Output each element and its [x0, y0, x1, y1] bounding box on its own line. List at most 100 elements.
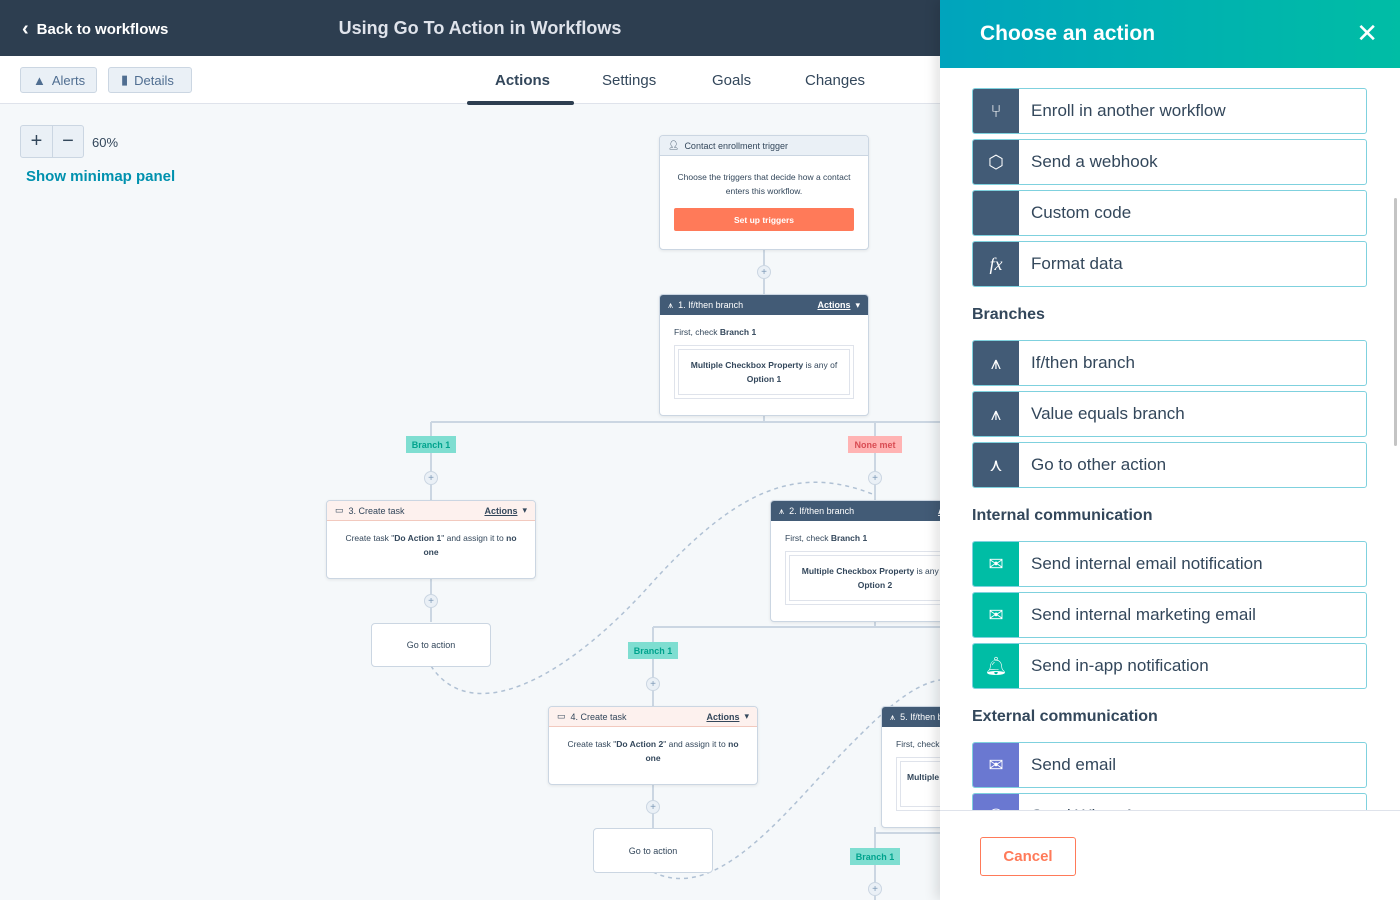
branch-label[interactable]: Branch 1: [850, 848, 900, 865]
section-heading: Internal communication: [972, 507, 1153, 524]
show-minimap-link[interactable]: Show minimap panel: [26, 168, 175, 185]
warning-icon: ▲: [33, 72, 46, 88]
node-title: 3. Create task: [348, 505, 405, 516]
action-label: Format data: [1031, 254, 1123, 273]
add-action-plus[interactable]: +: [646, 800, 660, 814]
function-icon: fx: [973, 242, 1019, 286]
branch-icon: ⩚: [890, 711, 896, 722]
zoom-out-button[interactable]: −: [52, 126, 83, 157]
none-met-label[interactable]: None met: [848, 436, 902, 453]
trigger-title: Contact enrollment trigger: [684, 140, 788, 151]
add-action-plus[interactable]: +: [646, 677, 660, 691]
zoom-controls: + −: [20, 125, 84, 158]
task-icon: ▭: [557, 711, 566, 721]
workflow-icon: ⑂: [973, 89, 1019, 133]
branch-icon: ⩚: [973, 392, 1019, 436]
section-heading: Branches: [972, 306, 1045, 323]
action-option[interactable]: ⩚ Value equals branch: [972, 391, 1367, 437]
branch-label[interactable]: Branch 1: [406, 436, 456, 453]
go-to-action-node[interactable]: Go to action: [371, 623, 491, 667]
action-option[interactable]: ⑂ Enroll in another workflow: [972, 88, 1367, 134]
condition-property: Multiple Checkbox Property: [690, 360, 804, 370]
add-action-plus[interactable]: +: [424, 594, 438, 608]
action-option[interactable]: ⬡ Send a webhook: [972, 139, 1367, 185]
email-icon: ✉: [973, 593, 1019, 637]
action-label: Send WhatsApp message: [1019, 794, 1228, 810]
branch-label[interactable]: Branch 1: [628, 642, 678, 659]
tab-goals[interactable]: Goals: [712, 72, 751, 89]
condition-property: Multiple Checkbox Property: [801, 566, 915, 576]
action-option[interactable]: ⩚ If/then branch: [972, 340, 1367, 386]
check-branch: Branch 1: [830, 533, 868, 543]
action-option[interactable]: ⋏ Go to other action: [972, 442, 1367, 488]
check-branch: Branch 1: [719, 327, 757, 337]
actions-menu[interactable]: Actions: [706, 712, 739, 722]
whatsapp-icon: ✆: [973, 794, 1019, 810]
zoom-level: 60%: [92, 135, 119, 150]
task-text: Create task ": [345, 533, 395, 543]
close-icon[interactable]: ✕: [1356, 18, 1378, 49]
cube-icon: ⬡: [973, 140, 1019, 184]
action-label: Value equals branch: [1031, 404, 1185, 423]
create-task-node-3[interactable]: ▭ 3. Create task Actions ▾ Create task "Do …: [326, 500, 536, 579]
section-heading: External communication: [972, 708, 1158, 725]
condition-value: Option 2: [857, 580, 893, 590]
action-option[interactable]: ✉ Send internal email notification: [972, 541, 1367, 587]
action-option[interactable]: Custom code: [972, 190, 1367, 236]
action-option[interactable]: fx Format data: [972, 241, 1367, 287]
set-up-triggers-button[interactable]: Set up triggers: [674, 208, 854, 231]
if-then-branch-node-1[interactable]: ⩚ 1. If/then branch Actions ▾ First, check …: [659, 294, 869, 416]
details-button[interactable]: ▮ Details: [108, 67, 192, 93]
action-label: Send internal email notification: [1031, 554, 1263, 573]
task-text: " and assign it to: [441, 533, 507, 543]
branch-icon: ⩚: [779, 505, 785, 516]
scrollbar[interactable]: [1394, 198, 1397, 446]
go-to-action-node[interactable]: Go to action: [593, 828, 713, 873]
task-icon: ▭: [335, 505, 344, 515]
if-then-branch-node-2[interactable]: ⩚2. If/then branchActions First, check B…: [770, 500, 940, 622]
workflow-canvas[interactable]: + − 60% Show minimap panel 👤︎ Contact enr…: [0, 105, 940, 900]
create-task-node-4[interactable]: ▭ 4. Create task Actions ▾ Create task "Do …: [548, 706, 758, 785]
branch-icon: ⩚: [973, 341, 1019, 385]
check-prefix: First, check: [896, 739, 940, 749]
alerts-button[interactable]: ▲ Alerts: [20, 67, 97, 93]
condition-value: Option 1: [746, 374, 782, 384]
page-title: Using Go To Action in Workflows: [338, 18, 622, 38]
action-list[interactable]: Workflow ⑂ Enroll in another workflow ⬡ Send…: [940, 68, 1400, 810]
action-option[interactable]: ✆Send WhatsApp message: [972, 793, 1367, 810]
cancel-button[interactable]: Cancel: [980, 837, 1076, 876]
action-option[interactable]: ✉ Send internal marketing email: [972, 592, 1367, 638]
tab-bar: ▲ Alerts ▮ Details Actions Settings Goals …: [0, 56, 940, 105]
check-prefix: First, check: [785, 533, 831, 543]
action-option[interactable]: ✉ Send email: [972, 742, 1367, 788]
email-icon: ✉: [973, 743, 1019, 787]
tab-actions[interactable]: Actions: [495, 72, 550, 89]
add-action-plus[interactable]: +: [757, 265, 771, 279]
actions-menu[interactable]: Actions: [484, 506, 517, 516]
add-action-plus[interactable]: +: [868, 882, 882, 896]
action-label: If/then branch: [1031, 353, 1135, 372]
trigger-node[interactable]: 👤︎ Contact enrollment trigger Choose the …: [659, 135, 869, 250]
node-title: 1. If/then branch: [678, 300, 744, 310]
add-action-plus[interactable]: +: [868, 471, 882, 485]
section-heading: Workflow: [972, 68, 1044, 72]
details-label: Details: [134, 72, 174, 88]
action-label: Send email: [1031, 755, 1117, 774]
action-option[interactable]: 🔔︎ Send in-app notification: [972, 643, 1367, 689]
if-then-branch-node-5[interactable]: ⩚ 5. If/then branch First, check Multiple…: [881, 706, 940, 828]
actions-menu[interactable]: Actions: [817, 300, 850, 310]
condition-operator: is any of: [803, 360, 838, 370]
zoom-in-button[interactable]: +: [21, 126, 52, 157]
panel-footer: Cancel: [940, 810, 1400, 900]
branch-icon: ⩚: [668, 299, 674, 310]
tab-settings[interactable]: Settings: [602, 72, 656, 89]
add-action-plus[interactable]: +: [424, 471, 438, 485]
caret-down-icon: ▾: [855, 299, 860, 310]
condition-property: Multiple Checkbox Property: [907, 772, 940, 782]
node-title: 2. If/then branch: [789, 506, 855, 516]
tab-changes[interactable]: Changes: [805, 72, 865, 89]
task-text: " and assign it to: [663, 739, 729, 749]
person-icon: 👤︎: [668, 140, 680, 150]
task-name: Do Action 1: [394, 533, 442, 543]
node-title: 4. Create task: [570, 711, 627, 722]
